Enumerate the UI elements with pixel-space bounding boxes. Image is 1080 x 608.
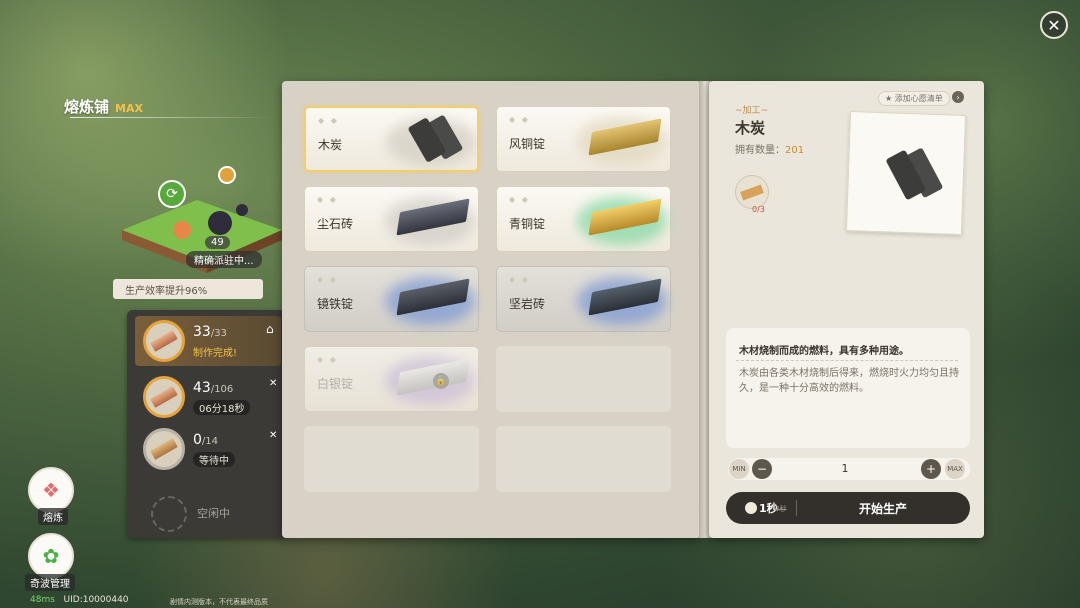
start-label: 开始生产 xyxy=(858,502,907,516)
status-chip: 精确派驻中... xyxy=(186,251,262,268)
copper-ingot-icon xyxy=(143,376,185,418)
clock-icon xyxy=(745,502,757,514)
material-slot[interactable] xyxy=(735,175,769,209)
queue-count: 0 xyxy=(193,432,202,448)
notification-badge xyxy=(218,166,236,184)
material-count: 0/3 xyxy=(752,205,765,214)
ping-value: 48ms xyxy=(30,595,55,605)
recipe-label: 镜铁锭 xyxy=(317,297,354,311)
queue-idle-label: 空闲中 xyxy=(197,507,230,520)
queue-item[interactable]: 43/106 06分18秒 ✕ xyxy=(135,372,281,422)
increment-button[interactable]: + xyxy=(921,459,941,479)
cancel-icon[interactable]: ✕ xyxy=(269,430,277,441)
lock-icon: 🔒 xyxy=(433,373,449,389)
decrement-button[interactable]: − xyxy=(752,459,772,479)
recipe-card-charcoal[interactable]: ◆ ◆ 木炭 xyxy=(304,106,479,172)
queue-count: 43 xyxy=(193,380,211,396)
min-button[interactable]: MIN xyxy=(729,459,749,479)
queue-total: /106 xyxy=(210,384,234,395)
queue-total: /14 xyxy=(201,436,219,447)
description-body: 木炭由各类木材烧制后得来，燃烧时火力均匀且持久，是一种十分高效的燃料。 xyxy=(739,368,959,394)
plus-icon: + xyxy=(925,462,937,476)
original-time: 3秒 xyxy=(775,505,787,513)
owned-label: 拥有数量： xyxy=(735,145,785,156)
smelt-nav-button[interactable]: ❖ xyxy=(28,467,74,513)
quantity-value[interactable]: 1 xyxy=(800,462,890,475)
recipe-card-mirror-iron[interactable]: ◆ ◆ 镜铁锭 xyxy=(304,266,479,332)
recipe-label: 风铜锭 xyxy=(509,137,546,151)
wood-icon xyxy=(740,184,764,201)
build-note: 剧情内测版本，不代表最终品质 xyxy=(170,598,268,606)
wishlist-label: 添加心愿清单 xyxy=(894,94,943,103)
recipe-label: 青铜锭 xyxy=(509,217,546,231)
wishlist-button[interactable]: ★ 添加心愿清单 xyxy=(878,91,950,106)
queue-total: /33 xyxy=(210,328,227,339)
efficiency-bar: 生产效率提升96% xyxy=(113,279,263,299)
shop-level: MAX xyxy=(115,102,143,115)
title-divider xyxy=(70,117,275,118)
creature-nav-label: 奇波管理 xyxy=(25,574,75,591)
close-button[interactable]: ✕ xyxy=(1040,11,1068,39)
queue-status: 制作完成! xyxy=(193,348,238,359)
recipe-label: 坚岩砖 xyxy=(509,297,546,311)
item-photo xyxy=(845,111,967,235)
owned-count: 拥有数量：201 xyxy=(735,141,804,156)
empty-slot xyxy=(496,426,671,492)
queue-time: 06分18秒 xyxy=(193,400,251,415)
charcoal-icon xyxy=(885,149,927,201)
recipe-card-hard-rock[interactable]: ◆ ◆ 坚岩砖 xyxy=(496,266,671,332)
item-subtitle: ~加工~ xyxy=(735,106,769,116)
minus-icon: − xyxy=(756,462,768,476)
basket-icon[interactable]: ⌂ xyxy=(266,322,274,336)
footer-status: 48ms UID:10000440 xyxy=(30,595,129,605)
shop-title: 熔炼铺 MAX xyxy=(64,96,143,117)
cancel-icon[interactable]: ✕ xyxy=(269,378,277,389)
recipe-label: 白银锭 xyxy=(317,377,354,391)
empty-slot-icon xyxy=(151,496,187,532)
wishlist-arrow-icon[interactable]: › xyxy=(952,91,964,103)
shop-name: 熔炼铺 xyxy=(64,98,110,116)
production-queue: 33/33 制作完成! ⌂ 43/106 06分18秒 ✕ 0/14 等待中 ✕… xyxy=(127,310,287,538)
empty-slot xyxy=(304,426,479,492)
empty-slot xyxy=(496,346,671,412)
anvil-icon: ❖ xyxy=(42,478,60,502)
smelt-nav-label: 熔炼 xyxy=(38,508,68,525)
paw-icon: ✿ xyxy=(42,544,60,568)
recipe-card-bronze[interactable]: ◆ ◆ 青铜锭 xyxy=(496,186,671,252)
owned-value: 201 xyxy=(785,145,805,156)
recipe-card-dust-brick[interactable]: ◆ ◆ 尘石砖 xyxy=(304,186,479,252)
start-production-button[interactable]: 1秒 3秒 开始生产 xyxy=(726,492,970,524)
recipe-card-wind-copper[interactable]: ◆ ◆ 风铜锭 xyxy=(496,106,671,172)
description-divider xyxy=(736,360,958,361)
uid-value: UID:10000440 xyxy=(63,595,129,605)
queue-item[interactable]: 0/14 等待中 ✕ xyxy=(135,424,281,474)
copper-ingot-icon xyxy=(143,320,185,362)
recipe-label: 尘石砖 xyxy=(317,217,354,231)
close-icon: ✕ xyxy=(1047,15,1061,35)
wood-plank-icon xyxy=(143,428,185,470)
recipe-card-silver[interactable]: ◆ ◆ 白银锭 🔒 xyxy=(304,346,479,412)
level-chip: 49 xyxy=(205,236,230,249)
max-button[interactable]: MAX xyxy=(945,459,965,479)
recipe-label: 木炭 xyxy=(318,138,343,152)
queue-item[interactable]: 33/33 制作完成! ⌂ xyxy=(135,316,281,366)
refresh-icon[interactable]: ⟳ xyxy=(158,180,186,208)
description-title: 木材烧制而成的燃料，具有多种用途。 xyxy=(739,346,909,357)
queue-time: 等待中 xyxy=(193,452,235,467)
item-name: 木炭 xyxy=(735,119,766,137)
queue-count: 33 xyxy=(193,324,211,340)
creature-nav-button[interactable]: ✿ xyxy=(28,533,74,579)
